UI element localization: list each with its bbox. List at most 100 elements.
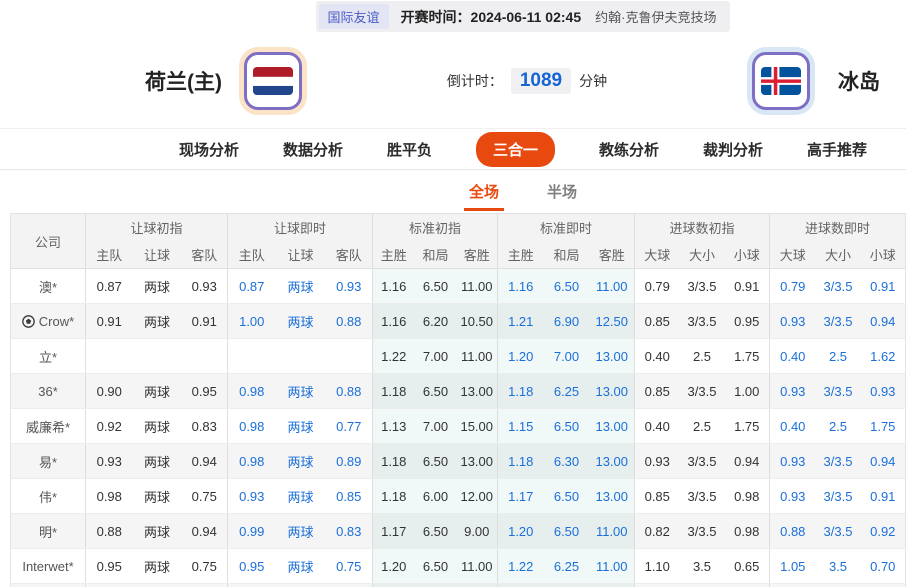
sub-header: 主胜 bbox=[372, 241, 415, 269]
odds-cell: 1.62 bbox=[860, 338, 906, 374]
odds-cell: 0.93 bbox=[860, 373, 906, 409]
nav-tab-referee-analysis[interactable]: 裁判分析 bbox=[703, 139, 763, 160]
odds-cell: 3/3.5 bbox=[815, 303, 861, 339]
odds-cell: 0.40 bbox=[769, 338, 816, 374]
odds-cell: 0.40 bbox=[769, 408, 816, 444]
venue-name: 约翰·克鲁伊夫竞技场 bbox=[595, 10, 717, 25]
league-badge[interactable]: 国际友谊 bbox=[318, 4, 389, 29]
odds-row bbox=[10, 583, 906, 587]
sub-header: 小球 bbox=[860, 241, 906, 269]
away-team-flag-icon bbox=[752, 51, 810, 110]
countdown-value: 1089 bbox=[510, 67, 572, 94]
odds-cell: 13.00 bbox=[589, 408, 635, 444]
home-team-name: 荷兰(主) bbox=[145, 70, 222, 94]
nav-tab-expert-picks[interactable]: 高手推荐 bbox=[807, 139, 867, 160]
company-cell[interactable]: Interwet* bbox=[10, 548, 86, 584]
odds-cell: 2.5 bbox=[679, 408, 725, 444]
company-cell[interactable]: 威廉希* bbox=[10, 408, 86, 444]
company-cell[interactable]: 立* bbox=[10, 338, 86, 374]
odds-cell: 11.00 bbox=[589, 268, 635, 304]
odds-cell: 7.00 bbox=[543, 338, 590, 374]
odds-cell: 0.92 bbox=[85, 408, 133, 444]
odds-cell: 1.00 bbox=[724, 373, 770, 409]
odds-cell: 2.5 bbox=[679, 338, 725, 374]
odds-cell bbox=[456, 583, 498, 587]
sub-header: 大球 bbox=[769, 241, 816, 269]
nav-tab-live-analysis[interactable]: 现场分析 bbox=[179, 139, 239, 160]
odds-row: 澳* 0.87 两球 0.93 0.87 两球 0.93 1.16 6.50 11.00 1.16 6… bbox=[10, 268, 906, 304]
odds-cell: 2.5 bbox=[815, 408, 861, 444]
odds-cell: 两球 bbox=[275, 478, 326, 514]
subtab-half-match[interactable]: 半场 bbox=[547, 181, 577, 202]
odds-cell: 7.00 bbox=[414, 408, 457, 444]
odds-cell: 3/3.5 bbox=[815, 478, 861, 514]
odds-cell: 6.50 bbox=[543, 408, 590, 444]
odds-cell: 两球 bbox=[132, 548, 182, 584]
odds-cell: 0.79 bbox=[769, 268, 816, 304]
odds-cell: 1.20 bbox=[497, 338, 544, 374]
odds-cell: 3/3.5 bbox=[679, 268, 725, 304]
company-cell[interactable]: 伟* bbox=[10, 478, 86, 514]
main-nav: 现场分析 数据分析 胜平负 三合一 教练分析 裁判分析 高手推荐 bbox=[0, 128, 906, 170]
odds-cell: 6.25 bbox=[543, 548, 590, 584]
odds-cell: 11.00 bbox=[589, 548, 635, 584]
company-cell[interactable]: 易* bbox=[10, 443, 86, 479]
subtab-full-match[interactable]: 全场 bbox=[463, 181, 505, 211]
odds-cell bbox=[227, 338, 276, 374]
sub-header: 客胜 bbox=[589, 241, 635, 269]
odds-cell: 6.25 bbox=[543, 373, 590, 409]
subtab-list: 全场 半场 bbox=[463, 181, 577, 211]
odds-cell: 1.22 bbox=[497, 548, 544, 584]
company-cell[interactable]: 明* bbox=[10, 513, 86, 549]
odds-cell: 两球 bbox=[132, 268, 182, 304]
soccer-ball-icon bbox=[21, 314, 35, 328]
odds-cell: 1.18 bbox=[372, 443, 415, 479]
odds-cell bbox=[589, 583, 635, 587]
company-cell[interactable]: Crow* bbox=[10, 303, 86, 339]
nav-tab-coach-analysis[interactable]: 教练分析 bbox=[599, 139, 659, 160]
odds-cell: 0.98 bbox=[85, 478, 133, 514]
odds-table-body: 澳* 0.87 两球 0.93 0.87 两球 0.93 1.16 6.50 11.00 1.16 6… bbox=[10, 268, 906, 587]
odds-row: 立* 1.22 7.00 11.00 1.20 7.00 13.00 0.40 2.5 1.75 0… bbox=[10, 338, 906, 374]
iceland-flag-icon bbox=[761, 66, 801, 95]
sub-header: 大球 bbox=[634, 241, 680, 269]
header-group-row: 公司 让球初指 让球即时 标准初指 标准即时 进球数初指 进球数即时 bbox=[10, 213, 906, 269]
company-cell[interactable]: 澳* bbox=[10, 268, 86, 304]
odds-cell: 两球 bbox=[275, 373, 326, 409]
odds-cell: 两球 bbox=[275, 513, 326, 549]
odds-cell: 0.95 bbox=[227, 548, 276, 584]
odds-cell: 13.00 bbox=[456, 443, 498, 479]
odds-cell: 0.79 bbox=[634, 268, 680, 304]
odds-cell: 3.5 bbox=[815, 548, 861, 584]
nav-tab-data-analysis[interactable]: 数据分析 bbox=[283, 139, 343, 160]
odds-cell: 13.00 bbox=[589, 373, 635, 409]
header-sub-row: 主队 让球 客队 主队 让球 客队 主胜 和局 客胜 主胜 和局 客胜 大球 大小 小球 大球 大小 小球 bbox=[11, 241, 906, 269]
odds-cell: 1.18 bbox=[497, 373, 544, 409]
odds-cell: 1.20 bbox=[497, 513, 544, 549]
odds-cell bbox=[181, 583, 228, 587]
odds-cell: 0.93 bbox=[634, 443, 680, 479]
company-cell[interactable] bbox=[10, 583, 86, 587]
odds-cell: 15.00 bbox=[456, 408, 498, 444]
odds-cell: 0.94 bbox=[181, 513, 228, 549]
odds-cell: 0.65 bbox=[724, 548, 770, 584]
company-cell[interactable]: 36* bbox=[10, 373, 86, 409]
odds-cell: 12.00 bbox=[456, 478, 498, 514]
odds-cell: 两球 bbox=[275, 303, 326, 339]
odds-cell bbox=[815, 583, 861, 587]
countdown-unit: 分钟 bbox=[579, 72, 608, 89]
odds-cell: 3/3.5 bbox=[679, 303, 725, 339]
odds-cell: 0.91 bbox=[181, 303, 228, 339]
nav-tab-win-draw-lose[interactable]: 胜平负 bbox=[387, 139, 432, 160]
nav-tab-three-in-one[interactable]: 三合一 bbox=[475, 131, 555, 167]
group-header: 进球数即时 bbox=[769, 213, 906, 242]
sub-header: 主队 bbox=[227, 241, 276, 269]
odds-cell: 两球 bbox=[275, 408, 326, 444]
odds-cell: 1.13 bbox=[372, 408, 415, 444]
kickoff-time: 开赛时间：2024-06-11 02:45 bbox=[400, 8, 582, 25]
odds-cell: 两球 bbox=[132, 408, 182, 444]
scope-subtabs: 全场 半场 bbox=[0, 170, 906, 213]
group-header: 标准初指 bbox=[372, 213, 498, 242]
sub-header: 让球 bbox=[275, 241, 326, 269]
odds-cell: 13.00 bbox=[589, 443, 635, 479]
